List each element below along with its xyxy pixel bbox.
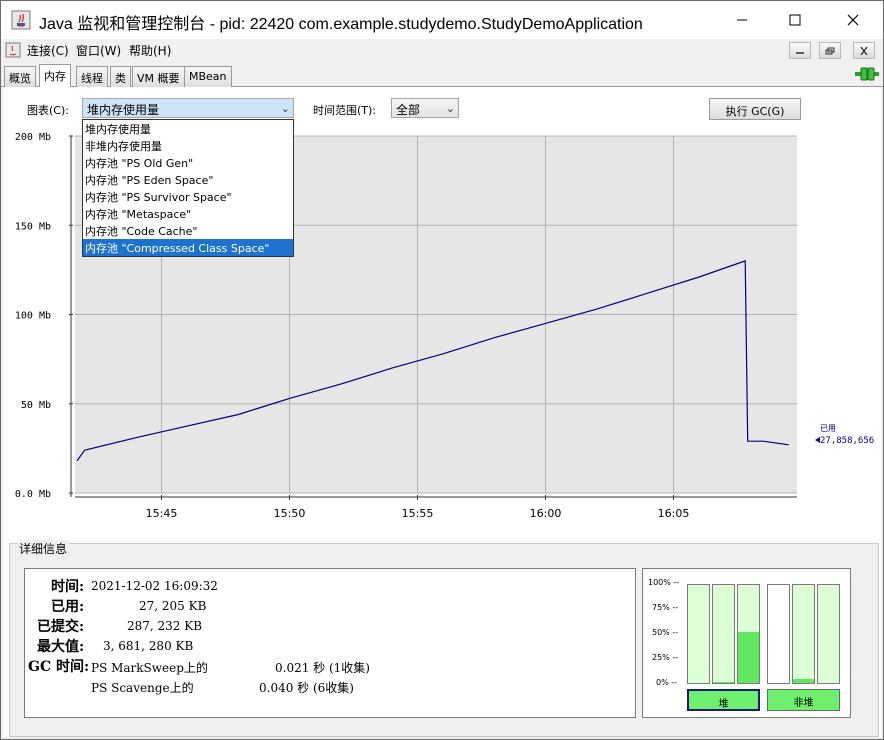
minimize-icon — [737, 19, 747, 21]
menu-help[interactable]: 帮助(H) — [129, 42, 171, 59]
y-tick-label: 50 Mb — [21, 400, 51, 411]
menu-bar: 连接(C) 窗口(W) 帮助(H) — [1, 39, 883, 61]
dropdown-option-selected[interactable]: 内存池 "Compressed Class Space" — [83, 239, 293, 256]
max-value: 3, 681, 280 KB — [103, 639, 194, 653]
tab-threads[interactable]: 线程 — [76, 66, 108, 87]
chart-dropdown-list[interactable]: 堆内存使用量 非堆内存使用量 内存池 "PS Old Gen" 内存池 "PS … — [82, 119, 294, 257]
inner-minimize-button[interactable] — [789, 42, 811, 59]
inner-close-button[interactable] — [853, 42, 875, 59]
heap-pool-fill — [713, 682, 734, 683]
y-tick-label: 0.0 Mb — [15, 489, 51, 500]
details-title: 详细信息 — [17, 540, 70, 557]
close-button[interactable] — [830, 1, 876, 39]
maximize-button[interactable] — [772, 1, 818, 39]
gc1-name: PS MarkSweep上的 — [91, 661, 208, 675]
gc2-name: PS Scavenge上的 — [91, 681, 194, 695]
heap-pool-bar[interactable] — [712, 584, 735, 684]
dropdown-option[interactable]: 内存池 "Metaspace" — [83, 205, 293, 222]
window-title: Java 监视和管理控制台 - pid: 22420 com.example.s… — [39, 16, 643, 33]
used-label: 已用: — [51, 599, 85, 615]
minimize-button[interactable] — [719, 1, 765, 39]
dropdown-option[interactable]: 非堆内存使用量 — [83, 137, 293, 154]
gc-time-label: GC 时间: — [28, 659, 90, 675]
pct-tick: 100% -- — [648, 578, 680, 587]
nonheap-button[interactable]: 非堆 — [767, 689, 840, 711]
dropdown-option[interactable]: 内存池 "PS Eden Space" — [83, 171, 293, 188]
heap-pool-bar[interactable] — [737, 584, 760, 684]
pct-tick: 25% -- — [652, 653, 679, 662]
x-tick-label: 15:50 — [274, 507, 306, 520]
y-tick-label: 150 Mb — [15, 221, 51, 232]
chart-label: 图表(C): — [27, 104, 69, 117]
chevron-down-icon: ⌄ — [280, 102, 290, 115]
gc1-value: 0.021 秒 (1收集) — [275, 661, 370, 675]
nonheap-pool-bar[interactable] — [817, 584, 840, 684]
time-label: 时间: — [51, 579, 85, 595]
range-select-value: 全部 — [396, 103, 421, 117]
close-icon — [847, 14, 859, 26]
pct-tick: 50% -- — [652, 628, 679, 637]
range-select[interactable]: 全部 ⌄ — [391, 98, 459, 118]
x-tick-label: 15:45 — [146, 507, 178, 520]
nonheap-pool-fill — [793, 679, 814, 683]
committed-label: 已提交: — [37, 619, 85, 635]
current-value-label: 27,858,656 — [820, 436, 874, 446]
title-bar: Java 监视和管理控制台 - pid: 22420 com.example.s… — [1, 1, 883, 39]
tab-bar: 概览 内存 线程 类 VM 概要 MBean — [1, 63, 883, 88]
menu-window[interactable]: 窗口(W) — [76, 42, 121, 59]
time-value: 2021-12-02 16:09:32 — [91, 579, 218, 593]
maximize-icon — [789, 14, 801, 26]
chart-select[interactable]: 堆内存使用量 ⌄ — [82, 98, 294, 118]
tab-vm-summary[interactable]: VM 概要 — [132, 66, 185, 87]
memory-panel: 图表(C): 堆内存使用量 ⌄ 时间范围(T): 全部 ⌄ 执行 GC(G) 2… — [3, 87, 881, 737]
max-label: 最大值: — [37, 639, 85, 655]
used-value: 27, 205 KB — [139, 599, 207, 613]
heap-pool-fill — [738, 632, 759, 683]
x-tick-label: 15:55 — [402, 507, 434, 520]
tab-overview[interactable]: 概览 — [4, 66, 36, 87]
dropdown-option[interactable]: 内存池 "Code Cache" — [83, 222, 293, 239]
dropdown-option[interactable]: 内存池 "PS Survivor Space" — [83, 188, 293, 205]
y-tick-label: 100 Mb — [15, 311, 51, 322]
inner-minimize-icon — [796, 51, 804, 54]
menu-connection[interactable]: 连接(C) — [27, 42, 69, 59]
tab-classes[interactable]: 类 — [110, 66, 131, 87]
gc2-value: 0.040 秒 (6收集) — [259, 681, 354, 695]
dropdown-option[interactable]: 堆内存使用量 — [83, 120, 293, 137]
legend-label: 已用 — [820, 424, 836, 433]
tab-mbean[interactable]: MBean — [184, 66, 232, 87]
inner-restore-icon — [825, 47, 835, 54]
range-label: 时间范围(T): — [313, 104, 377, 117]
java-app-icon — [11, 10, 31, 30]
pct-tick: 0% -- — [656, 678, 678, 687]
committed-value: 287, 232 KB — [127, 619, 203, 633]
chevron-down-icon: ⌄ — [445, 102, 455, 115]
x-tick-label: 16:00 — [530, 507, 562, 520]
jconsole-window: Java 监视和管理控制台 - pid: 22420 com.example.s… — [0, 0, 884, 740]
nonheap-pool-bar[interactable] — [767, 584, 790, 684]
chart-select-value: 堆内存使用量 — [87, 103, 160, 117]
connection-status-icon — [855, 67, 879, 81]
perform-gc-button[interactable]: 执行 GC(G) — [709, 98, 801, 120]
dropdown-option[interactable]: 内存池 "PS Old Gen" — [83, 154, 293, 171]
memory-pool-bars: 100% -- 75% -- 50% -- 25% -- 0% -- 堆 非堆 — [642, 568, 851, 718]
heap-pool-bar[interactable] — [687, 584, 710, 684]
inner-close-icon — [860, 46, 868, 55]
heap-button[interactable]: 堆 — [687, 689, 760, 711]
inner-restore-button[interactable] — [819, 42, 841, 59]
nonheap-pool-bar[interactable] — [792, 584, 815, 684]
java-menu-icon[interactable] — [5, 42, 21, 58]
details-box: 时间: 2021-12-02 16:09:32 已用: 27, 205 KB 已… — [24, 568, 636, 718]
tab-memory[interactable]: 内存 — [39, 64, 71, 88]
y-tick-label: 200 Mb — [15, 132, 51, 143]
x-tick-label: 16:05 — [658, 507, 690, 520]
pct-tick: 75% -- — [652, 603, 679, 612]
